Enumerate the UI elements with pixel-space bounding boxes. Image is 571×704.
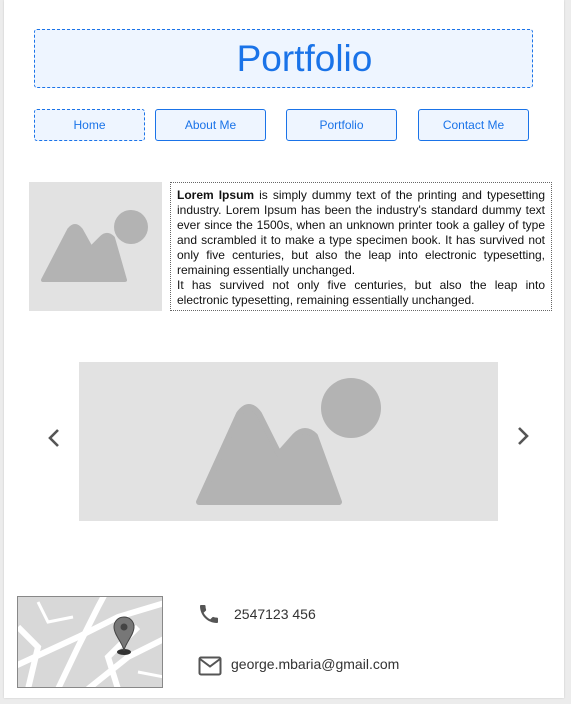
intro-bold: Lorem Ipsum (177, 188, 255, 202)
nav-about-button[interactable]: About Me (155, 109, 266, 141)
phone-icon (200, 605, 218, 623)
map-pin-icon (113, 616, 135, 655)
carousel-next-button[interactable] (513, 424, 533, 448)
email-address[interactable]: george.mbaria@gmail.com (231, 656, 399, 672)
image-placeholder-icon (196, 378, 381, 505)
map-illustration (18, 597, 162, 687)
page: Portfolio Home About Me Portfolio Contac… (4, 0, 564, 698)
carousel-image-placeholder (79, 362, 498, 521)
intro-text-box: Lorem Ipsum is simply dummy text of the … (170, 182, 552, 311)
carousel-prev-button[interactable] (44, 426, 64, 450)
nav-home-button[interactable]: Home (34, 109, 145, 141)
chevron-right-icon (518, 427, 529, 445)
nav-contact-button[interactable]: Contact Me (418, 109, 529, 141)
intro-paragraph-2: It has survived not only five centuries,… (177, 278, 545, 307)
phone-number: 2547123 456 (234, 606, 316, 622)
nav-portfolio-button[interactable]: Portfolio (286, 109, 397, 141)
intro-paragraph: Lorem Ipsum is simply dummy text of the … (177, 188, 545, 278)
profile-image-placeholder (29, 182, 162, 311)
header-banner: Portfolio (34, 29, 533, 88)
chevron-left-icon (48, 429, 59, 447)
location-map[interactable] (17, 596, 163, 688)
mail-icon (198, 656, 222, 676)
page-title: Portfolio (236, 37, 373, 79)
image-placeholder-icon (41, 210, 148, 282)
